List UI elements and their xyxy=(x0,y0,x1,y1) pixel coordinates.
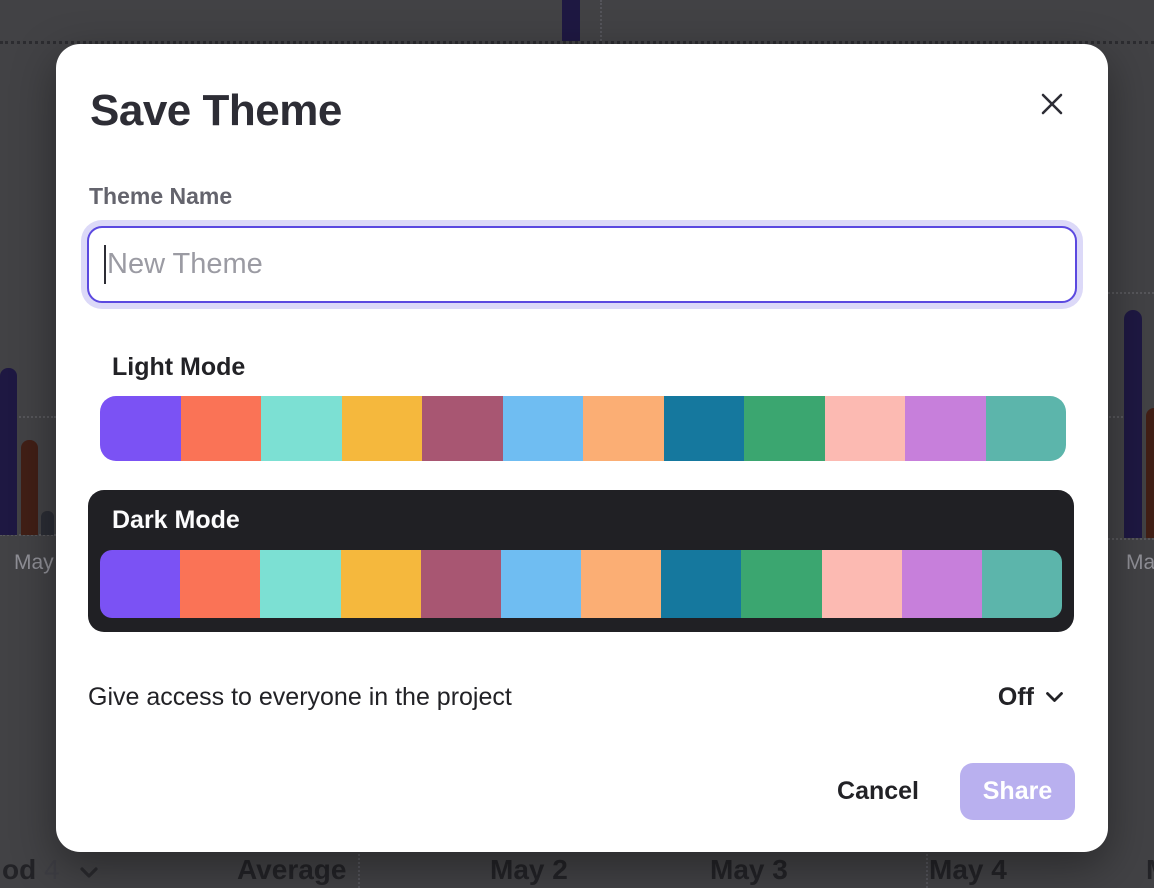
right-axis-label: Ma xyxy=(1126,551,1154,575)
color-swatch xyxy=(503,396,584,461)
color-swatch xyxy=(181,396,262,461)
close-icon xyxy=(1039,91,1065,117)
theme-name-field-wrap xyxy=(87,226,1077,303)
color-swatch xyxy=(661,550,741,618)
cancel-button[interactable]: Cancel xyxy=(837,777,919,806)
color-swatch xyxy=(982,550,1062,618)
color-swatch xyxy=(744,396,825,461)
color-swatch xyxy=(581,550,661,618)
color-swatch xyxy=(905,396,986,461)
background-bar-muted-left xyxy=(41,511,54,535)
color-swatch xyxy=(341,550,421,618)
bottom-label-may4: May 4 xyxy=(929,852,1007,888)
background-bar-red-left xyxy=(21,440,38,535)
bottom-divider-2 xyxy=(926,846,928,888)
close-button[interactable] xyxy=(1038,90,1066,118)
bottom-divider-1 xyxy=(358,846,360,888)
background-bar-top-navy xyxy=(562,0,580,41)
chevron-down-icon xyxy=(1045,691,1064,703)
color-swatch xyxy=(180,550,260,618)
save-theme-dialog: Save Theme Theme Name Light Mode Dark Mo… xyxy=(56,44,1108,852)
color-swatch xyxy=(825,396,906,461)
color-swatch xyxy=(422,396,503,461)
dialog-title: Save Theme xyxy=(90,86,342,136)
text-cursor xyxy=(104,245,106,284)
access-row: Give access to everyone in the project O… xyxy=(88,677,1064,717)
bottom-label-may3: May 3 xyxy=(710,852,788,888)
theme-name-label: Theme Name xyxy=(89,183,232,210)
access-dropdown[interactable]: Off xyxy=(998,683,1064,712)
light-mode-label: Light Mode xyxy=(112,353,245,382)
period-label: od xyxy=(2,854,36,885)
color-swatch xyxy=(902,550,982,618)
color-swatch xyxy=(986,396,1067,461)
right-gridline-1 xyxy=(1108,292,1154,294)
color-swatch xyxy=(100,396,181,461)
dark-mode-label: Dark Mode xyxy=(112,506,240,535)
dark-mode-palette xyxy=(100,550,1062,618)
dark-mode-card: Dark Mode xyxy=(88,490,1074,632)
color-swatch xyxy=(100,550,180,618)
color-swatch xyxy=(664,396,745,461)
dialog-footer: Cancel Share xyxy=(837,763,1075,820)
bottom-label-average: Average xyxy=(237,852,346,888)
right-baseline xyxy=(1108,538,1154,540)
bottom-label-may2: May 2 xyxy=(490,852,568,888)
share-button[interactable]: Share xyxy=(960,763,1075,820)
color-swatch xyxy=(342,396,423,461)
theme-name-input[interactable] xyxy=(87,226,1077,303)
chevron-down-icon xyxy=(79,866,99,879)
color-swatch xyxy=(261,396,342,461)
right-gridline-2 xyxy=(1109,416,1123,418)
period-value: 4 xyxy=(44,854,60,885)
background-bar-navy-left xyxy=(0,368,17,535)
left-axis-label: May xyxy=(14,551,54,575)
color-swatch xyxy=(822,550,902,618)
period-dropdown[interactable]: od 4 xyxy=(2,852,99,888)
color-swatch xyxy=(501,550,581,618)
background-top-divider xyxy=(600,0,602,41)
light-mode-palette xyxy=(100,396,1066,461)
bottom-label-partial: M xyxy=(1146,852,1154,888)
access-value: Off xyxy=(998,683,1034,712)
color-swatch xyxy=(583,396,664,461)
screen: May Ma od 4 Average May 2 May 3 May 4 M … xyxy=(0,0,1154,888)
background-bar-navy-right xyxy=(1124,310,1142,538)
color-swatch xyxy=(421,550,501,618)
color-swatch xyxy=(260,550,340,618)
background-bar-red-right xyxy=(1146,408,1154,538)
access-label: Give access to everyone in the project xyxy=(88,683,512,712)
color-swatch xyxy=(741,550,821,618)
